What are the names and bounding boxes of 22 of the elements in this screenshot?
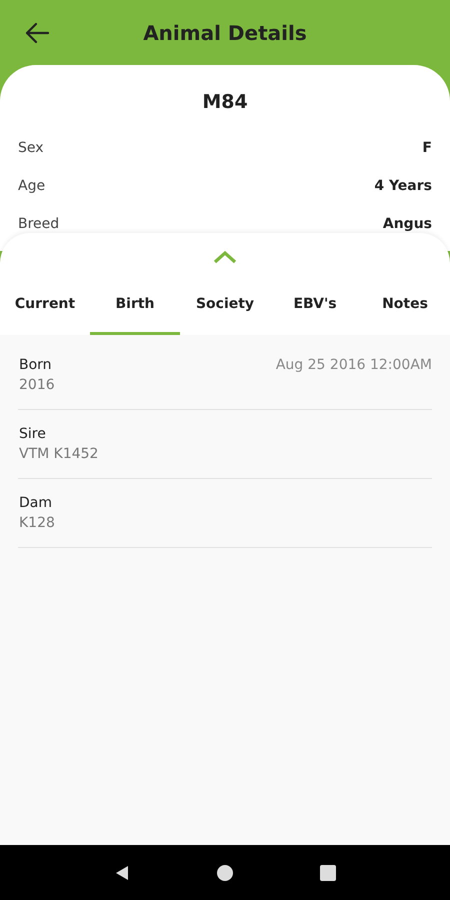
back-arrow-icon bbox=[24, 22, 50, 44]
detail-label: Dam bbox=[19, 495, 53, 511]
detail-value: VTM K1452 bbox=[19, 446, 98, 462]
attribute-label: Age bbox=[18, 178, 46, 194]
attribute-value: F bbox=[422, 140, 432, 156]
tab[interactable]: Notes bbox=[360, 275, 450, 335]
attribute-value: 4 Years bbox=[374, 178, 432, 194]
attribute-value: Angus bbox=[382, 216, 432, 232]
animal-tag: M84 bbox=[18, 91, 432, 113]
tab[interactable]: Society bbox=[180, 275, 270, 335]
screen-title: Animal Details bbox=[143, 20, 307, 44]
attribute-label: Breed bbox=[18, 216, 60, 232]
detail-date: Aug 25 2016 12:00AM bbox=[276, 357, 432, 375]
detail-value: K128 bbox=[19, 515, 55, 531]
tab[interactable]: Current bbox=[0, 275, 90, 335]
detail-label: Sire bbox=[19, 426, 47, 442]
detail-value: 2016 bbox=[19, 377, 55, 393]
detail-label: Born bbox=[19, 357, 53, 373]
tab[interactable]: EBV's bbox=[270, 275, 360, 335]
home-circle-icon[interactable] bbox=[216, 864, 234, 882]
recents-square-icon[interactable] bbox=[319, 864, 338, 882]
attribute-label: Sex bbox=[18, 140, 44, 156]
